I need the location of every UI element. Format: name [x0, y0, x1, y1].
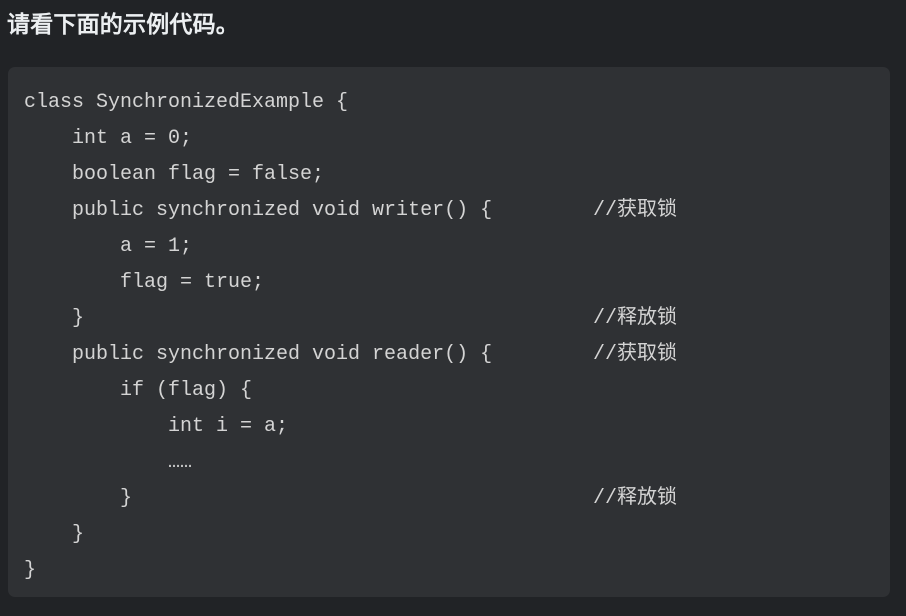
code-line-text: boolean flag = false; [24, 163, 325, 186]
code-line-text: } [24, 487, 133, 510]
code-block: class SynchronizedExample { int a = 0; b… [8, 67, 890, 597]
code-line-text: public synchronized void writer() { [24, 199, 493, 222]
code-line-text: flag = true; [24, 271, 265, 294]
code-line-text: class SynchronizedExample { [24, 91, 349, 114]
code-line-comment: //释放锁 [593, 487, 678, 510]
code-scroll-area[interactable]: class SynchronizedExample { int a = 0; b… [8, 67, 890, 597]
code-line: …… [8, 445, 890, 481]
code-line: boolean flag = false; [8, 157, 890, 193]
code-line-comment: //释放锁 [593, 307, 678, 330]
page-title: 请看下面的示例代码。 [7, 11, 239, 37]
code-line: } [8, 517, 890, 553]
code-line: int i = a; [8, 409, 890, 445]
code-line-text: } [24, 307, 85, 330]
code-line-text: } [24, 523, 85, 546]
code-line-list: class SynchronizedExample { int a = 0; b… [8, 85, 890, 589]
code-line-text: } [24, 559, 37, 582]
code-line: flag = true; [8, 265, 890, 301]
code-line-comment: //获取锁 [593, 199, 678, 222]
code-line: int a = 0; [8, 121, 890, 157]
code-line-text: int i = a; [24, 415, 289, 438]
code-line-text: …… [24, 451, 193, 474]
code-line: public synchronized void writer() { //获取锁 [8, 193, 890, 229]
code-line: } [8, 553, 890, 589]
code-line-text: int a = 0; [24, 127, 193, 150]
code-line: if (flag) { [8, 373, 890, 409]
code-line: public synchronized void reader() { //获取锁 [8, 337, 890, 373]
code-line: } //释放锁 [8, 481, 890, 517]
code-line-text: if (flag) { [24, 379, 253, 402]
page-root: 请看下面的示例代码。 class SynchronizedExample { i… [0, 0, 906, 616]
code-line: } //释放锁 [8, 301, 890, 337]
code-line: a = 1; [8, 229, 890, 265]
code-line: class SynchronizedExample { [8, 85, 890, 121]
code-line-comment: //获取锁 [593, 343, 678, 366]
code-line-text: a = 1; [24, 235, 193, 258]
code-line-text: public synchronized void reader() { [24, 343, 493, 366]
